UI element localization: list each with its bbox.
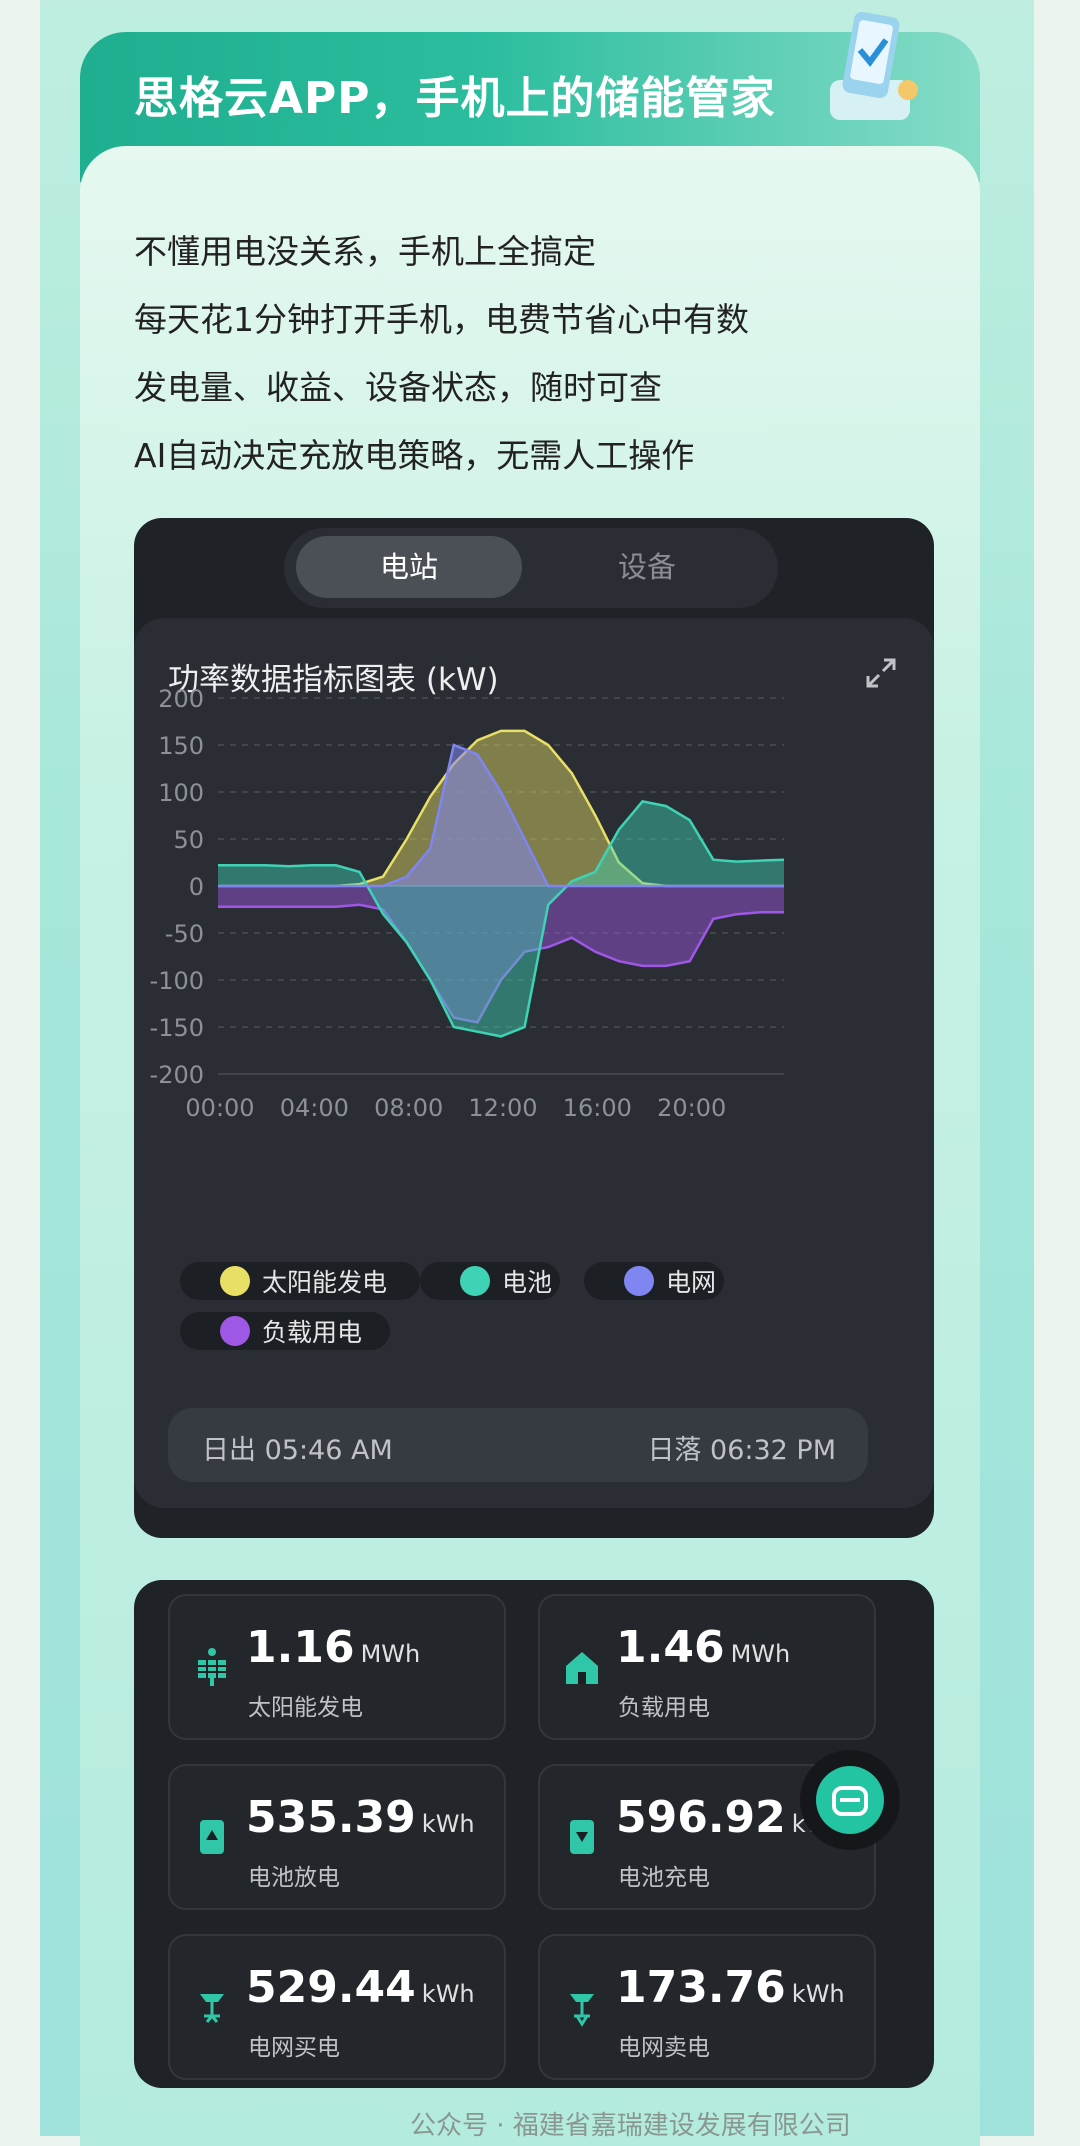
chart-panel: 功率数据指标图表 (kW) 200 150 100 50 0 -50 -100 -150 -20… (134, 618, 934, 1508)
y-tick-label: -50 (165, 920, 204, 948)
y-tick-label: 0 (189, 873, 204, 901)
chart-card: 电站 设备 功率数据指标图表 (kW) 200 150 100 50 0 -50 -100-… (134, 518, 934, 1538)
x-tick-label: 12:00 (468, 1094, 537, 1122)
stat-value: 596.92kW (616, 1792, 829, 1843)
legend-swatch (220, 1266, 250, 1296)
intro-line: AI自动决定充放电策略，无需人工操作 (134, 436, 695, 475)
stat-label: 太阳能发电 (248, 1695, 363, 1721)
intro-line: 发电量、收益、设备状态，随时可查 (134, 368, 662, 407)
stat-value: 535.39 kWh (246, 1792, 475, 1843)
page-title: 思格云APP，手机上的储能管家 (134, 73, 776, 124)
grid-tower-icon (200, 1994, 224, 2023)
house-icon (566, 1652, 598, 1684)
intro-line: 每天花1分钟打开手机，电费节省心中有数 (134, 300, 749, 339)
sun-times-bar: 日出 05:46 AM 日落 06:32 PM (168, 1408, 868, 1482)
battery-charge-icon (570, 1820, 594, 1854)
x-tick-label: 00:00 (185, 1094, 254, 1122)
x-tick-label: 20:00 (657, 1094, 726, 1122)
legend-label: 电网 (666, 1268, 717, 1297)
x-tick-label: 16:00 (563, 1094, 632, 1122)
tab-device[interactable]: 设备 (534, 536, 760, 598)
stat-label: 电池放电 (248, 1865, 340, 1891)
legend-load[interactable]: 负载用电 (180, 1312, 390, 1350)
stat-value: 173.76 kWh (616, 1962, 845, 2013)
y-tick-label: 50 (173, 826, 204, 854)
stat-label: 电网卖电 (618, 2035, 710, 2061)
watermark: 公众号 · 福建省嘉瑞建设发展有限公司 (410, 2111, 851, 2141)
x-tick-label: 04:00 (280, 1094, 349, 1122)
legend-label: 负载用电 (262, 1318, 363, 1347)
solar-panel-icon (198, 1648, 226, 1686)
stat-grid-buy[interactable]: 529.44 kWh 电网买电 (168, 1934, 506, 2080)
stat-load[interactable]: 1.46 MWh 负载用电 (538, 1594, 876, 1740)
stat-value: 1.16 MWh (246, 1622, 421, 1673)
legend-solar[interactable]: 太阳能发电 (180, 1262, 420, 1300)
x-tick-label: 08:00 (374, 1094, 443, 1122)
stat-label: 负载用电 (618, 1695, 710, 1721)
phone-illustration-icon (830, 11, 918, 120)
legend-label: 太阳能发电 (262, 1268, 388, 1297)
view-segment: 电站 设备 (284, 528, 778, 608)
intro-line: 不懂用电没关系，手机上全搞定 (134, 232, 596, 271)
power-chart: 200 150 100 50 0 -50 -100 -150 -200 00:00 04:00 08:… (150, 685, 785, 1122)
intro-text: 不懂用电没关系，手机上全搞定 每天花1分钟打开手机，电费节省心中有数 发电量、收… (134, 218, 749, 490)
stat-battery-discharge[interactable]: 535.39 kWh 电池放电 (168, 1764, 506, 1910)
assistant-fab[interactable] (800, 1750, 900, 1850)
sunrise-time: 日出 05:46 AM (202, 1435, 393, 1466)
stat-solar[interactable]: 1.16 MWh 太阳能发电 (168, 1594, 506, 1740)
y-tick-label: -200 (150, 1061, 204, 1089)
y-tick-label: -100 (150, 967, 204, 995)
y-tick-label: 150 (158, 732, 204, 760)
y-tick-label: 200 (158, 685, 204, 713)
legend-label: 电池 (502, 1268, 553, 1297)
stat-label: 电池充电 (618, 1865, 710, 1891)
y-tick-label: -150 (150, 1014, 204, 1042)
tab-station[interactable]: 电站 (296, 536, 522, 598)
grid-tower-sell-icon (570, 1994, 594, 2027)
legend-swatch (220, 1316, 250, 1346)
legend-swatch (460, 1266, 490, 1296)
stat-grid-sell[interactable]: 173.76 kWh 电网卖电 (538, 1934, 876, 2080)
legend-battery[interactable]: 电池 (420, 1262, 560, 1300)
y-tick-label: 100 (158, 779, 204, 807)
legend-grid[interactable]: 电网 (584, 1262, 724, 1300)
stat-value: 1.46 MWh (616, 1622, 791, 1673)
legend-swatch (624, 1266, 654, 1296)
battery-discharge-icon (200, 1820, 224, 1854)
sunset-time: 日落 06:32 PM (647, 1435, 836, 1466)
robot-icon (816, 1766, 884, 1834)
stat-label: 电网买电 (248, 2035, 340, 2061)
stat-value: 529.44 kWh (246, 1962, 475, 2013)
